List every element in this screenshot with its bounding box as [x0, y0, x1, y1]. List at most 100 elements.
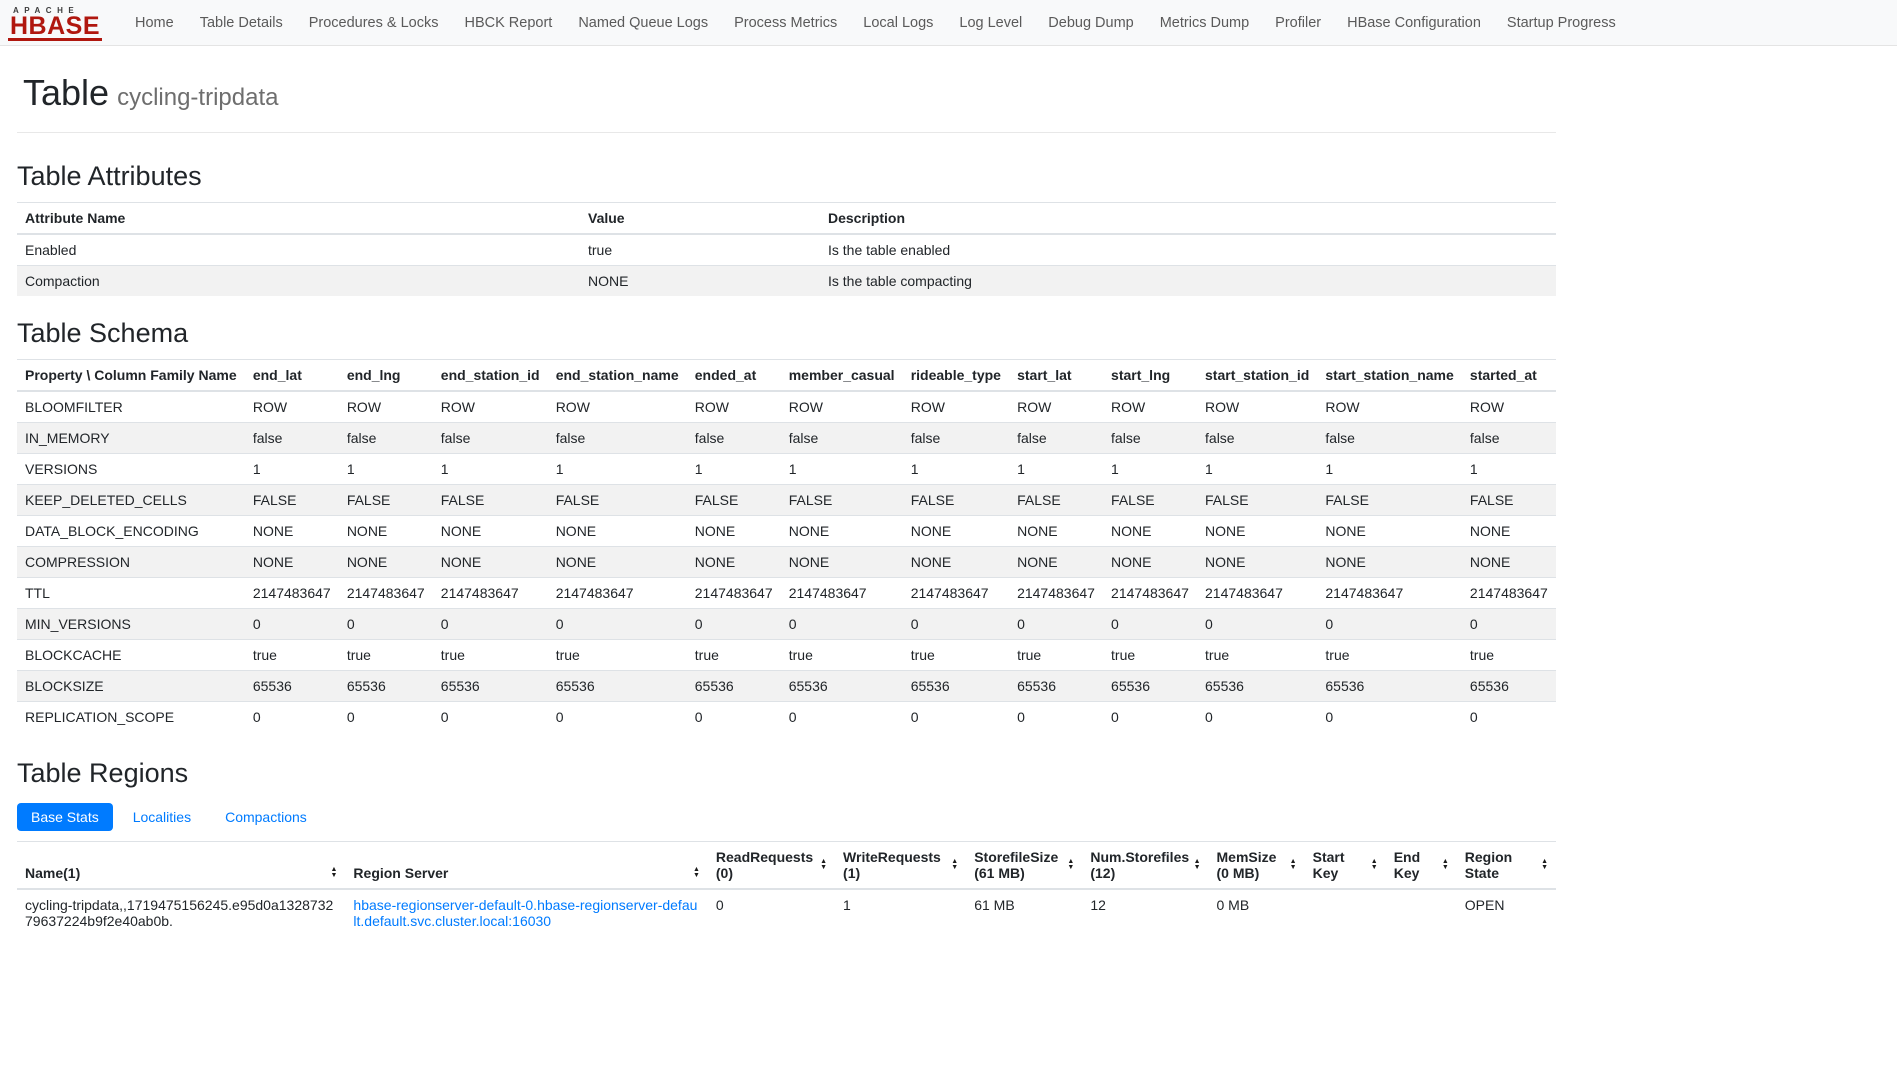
schema-cell: 2147483647	[1103, 578, 1197, 609]
nav-item-debug-dump[interactable]: Debug Dump	[1035, 15, 1146, 31]
schema-cell: ROW	[1103, 391, 1197, 423]
schema-cell: 2147483647	[781, 578, 903, 609]
schema-cell: ROW	[339, 391, 433, 423]
regions-column-header-memsize-0-mb[interactable]: MemSize (0 MB) ▲▼	[1209, 842, 1305, 890]
region-end-key-cell	[1386, 889, 1457, 936]
schema-cell: true	[339, 640, 433, 671]
schema-row: IN_MEMORYfalsefalsefalsefalsefalsefalsef…	[17, 423, 1556, 454]
schema-cell: 0	[1462, 702, 1556, 733]
schema-cell: NONE	[548, 516, 687, 547]
regions-column-header-num-storefiles-12[interactable]: Num.Storefiles (12)▲▼	[1082, 842, 1208, 890]
regions-heading: Table Regions	[17, 758, 1556, 789]
tab-base-stats[interactable]: Base Stats	[17, 803, 113, 831]
schema-property-name: MIN_VERSIONS	[17, 609, 245, 640]
nav-item-profiler[interactable]: Profiler	[1262, 15, 1334, 31]
nav-item-procedures-locks[interactable]: Procedures & Locks	[296, 15, 452, 31]
regions-column-header-region-state[interactable]: Region State▲▼	[1457, 842, 1556, 890]
region-server-link[interactable]: hbase-regionserver-default-0.hbase-regio…	[353, 897, 697, 929]
schema-property-name: BLOCKCACHE	[17, 640, 245, 671]
schema-cell: ROW	[433, 391, 548, 423]
schema-family-header-start-station-id: start_station_id	[1197, 360, 1317, 392]
nav-item-process-metrics[interactable]: Process Metrics	[721, 15, 850, 31]
column-label: Name(1)	[25, 865, 80, 881]
sort-icon[interactable]: ▲▼	[1541, 859, 1548, 871]
schema-cell: true	[1317, 640, 1462, 671]
schema-cell: 65536	[245, 671, 339, 702]
schema-cell: NONE	[1462, 547, 1556, 578]
nav-item-startup-progress[interactable]: Startup Progress	[1494, 15, 1629, 31]
schema-cell: NONE	[687, 516, 781, 547]
schema-cell: 65536	[1462, 671, 1556, 702]
nav-item-metrics-dump[interactable]: Metrics Dump	[1147, 15, 1262, 31]
sort-icon[interactable]: ▲▼	[820, 859, 827, 871]
schema-cell: 0	[1103, 609, 1197, 640]
schema-cell: NONE	[433, 547, 548, 578]
logo-hbase-text: HBASE	[10, 15, 100, 37]
sort-icon[interactable]: ▲▼	[1067, 859, 1074, 871]
sort-icon[interactable]: ▲▼	[1371, 859, 1378, 871]
sort-icon[interactable]: ▲▼	[1194, 859, 1201, 871]
schema-cell: NONE	[903, 547, 1009, 578]
hbase-logo[interactable]: APACHE HBASE	[8, 5, 102, 41]
schema-family-header-end-lng: end_lng	[339, 360, 433, 392]
regions-column-header-name-1[interactable]: Name(1) ▲▼	[17, 842, 345, 890]
attributes-row: CompactionNONEIs the table compacting	[17, 266, 1556, 297]
schema-cell: 0	[687, 609, 781, 640]
nav-item-hbck-report[interactable]: HBCK Report	[451, 15, 565, 31]
schema-cell: true	[1009, 640, 1103, 671]
sort-icon[interactable]: ▲▼	[951, 859, 958, 871]
schema-cell: 2147483647	[245, 578, 339, 609]
schema-property-name: VERSIONS	[17, 454, 245, 485]
schema-cell: NONE	[245, 516, 339, 547]
regions-column-header-writerequests-1[interactable]: WriteRequests (1)▲▼	[835, 842, 966, 890]
schema-cell: 1	[339, 454, 433, 485]
schema-cell: ROW	[1317, 391, 1462, 423]
schema-family-header-end-station-name: end_station_name	[548, 360, 687, 392]
schema-cell: 1	[1462, 454, 1556, 485]
schema-cell: false	[339, 423, 433, 454]
schema-family-header-start-lng: start_lng	[1103, 360, 1197, 392]
schema-property-name: COMPRESSION	[17, 547, 245, 578]
region-region-state-cell: OPEN	[1457, 889, 1556, 936]
schema-family-header-ended-at: ended_at	[687, 360, 781, 392]
schema-property-name: TTL	[17, 578, 245, 609]
regions-column-header-end-key[interactable]: End Key▲▼	[1386, 842, 1457, 890]
schema-cell: false	[781, 423, 903, 454]
schema-family-header-member-casual: member_casual	[781, 360, 903, 392]
tab-localities[interactable]: Localities	[119, 803, 205, 831]
attributes-cell: Is the table compacting	[820, 266, 1556, 297]
schema-cell: false	[1462, 423, 1556, 454]
regions-column-header-readrequests-0[interactable]: ReadRequests (0)▲▼	[708, 842, 835, 890]
schema-property-name: REPLICATION_SCOPE	[17, 702, 245, 733]
schema-cell: true	[245, 640, 339, 671]
column-label: MemSize (0 MB)	[1217, 849, 1286, 881]
schema-cell: 1	[903, 454, 1009, 485]
regions-column-header-storefilesize-61-mb[interactable]: StorefileSize (61 MB)▲▼	[966, 842, 1082, 890]
navbar: APACHE HBASE HomeTable DetailsProcedures…	[0, 0, 1897, 46]
nav-item-home[interactable]: Home	[122, 15, 187, 31]
nav-item-hbase-configuration[interactable]: HBase Configuration	[1334, 15, 1494, 31]
nav-item-log-level[interactable]: Log Level	[946, 15, 1035, 31]
schema-cell: FALSE	[245, 485, 339, 516]
schema-row: BLOOMFILTERROWROWROWROWROWROWROWROWROWRO…	[17, 391, 1556, 423]
regions-column-header-start-key[interactable]: Start Key▲▼	[1305, 842, 1386, 890]
regions-column-header-region-server[interactable]: Region Server▲▼	[345, 842, 707, 890]
schema-cell: false	[903, 423, 1009, 454]
schema-cell: 0	[1197, 702, 1317, 733]
schema-cell: true	[687, 640, 781, 671]
nav-item-named-queue-logs[interactable]: Named Queue Logs	[565, 15, 721, 31]
sort-icon[interactable]: ▲▼	[330, 867, 337, 879]
region-write-requests-cell: 1	[835, 889, 966, 936]
tab-compactions[interactable]: Compactions	[211, 803, 321, 831]
schema-cell: NONE	[1103, 516, 1197, 547]
schema-cell: NONE	[339, 516, 433, 547]
nav-item-local-logs[interactable]: Local Logs	[850, 15, 946, 31]
schema-cell: NONE	[245, 547, 339, 578]
schema-cell: FALSE	[1009, 485, 1103, 516]
sort-icon[interactable]: ▲▼	[693, 867, 700, 879]
schema-row: MIN_VERSIONS000000000000	[17, 609, 1556, 640]
schema-family-header-started-at: started_at	[1462, 360, 1556, 392]
sort-icon[interactable]: ▲▼	[1442, 859, 1449, 871]
sort-icon[interactable]: ▲▼	[1290, 859, 1297, 871]
nav-item-table-details[interactable]: Table Details	[187, 15, 296, 31]
